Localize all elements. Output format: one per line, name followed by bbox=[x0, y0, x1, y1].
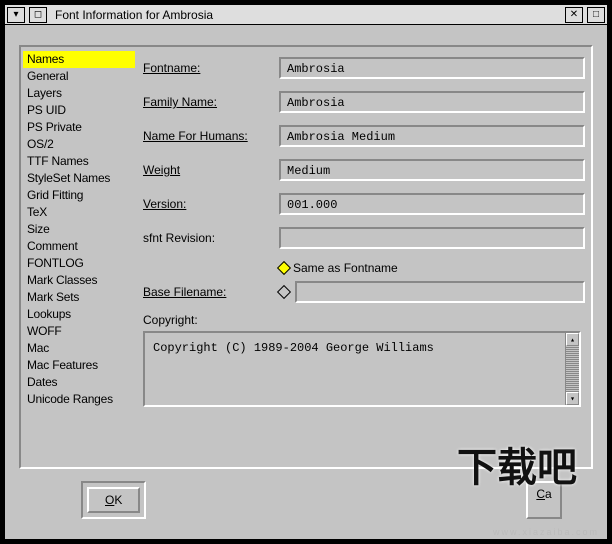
version-label: Version: bbox=[139, 197, 279, 211]
sidebar-item-tex[interactable]: TeX bbox=[23, 204, 135, 221]
weight-label: Weight bbox=[139, 163, 279, 177]
same-as-fontname-radio[interactable]: Same as Fontname bbox=[279, 261, 398, 275]
humans-label: Name For Humans: bbox=[139, 129, 279, 143]
diamond-unchecked-icon bbox=[277, 285, 291, 299]
dialog-window: ▾ ◻ Font Information for Ambrosia ✕ □ Na… bbox=[4, 4, 608, 540]
sidebar-item-ps-private[interactable]: PS Private bbox=[23, 119, 135, 136]
sidebar-item-mac-features[interactable]: Mac Features bbox=[23, 357, 135, 374]
sidebar-item-mac[interactable]: Mac bbox=[23, 340, 135, 357]
overlay-url: www.xiazaiba.com bbox=[493, 527, 599, 537]
close-icon[interactable]: ✕ bbox=[565, 7, 583, 23]
family-input[interactable] bbox=[279, 91, 585, 113]
sidebar-item-comment[interactable]: Comment bbox=[23, 238, 135, 255]
sidebar-item-grid-fitting[interactable]: Grid Fitting bbox=[23, 187, 135, 204]
copyright-label: Copyright: bbox=[139, 313, 585, 327]
use-basefilename-radio[interactable] bbox=[279, 287, 289, 297]
default-button-ring: OK bbox=[81, 481, 146, 519]
window-title: Font Information for Ambrosia bbox=[55, 8, 213, 22]
sidebar-item-fontlog[interactable]: FONTLOG bbox=[23, 255, 135, 272]
category-sidebar: NamesGeneralLayersPS UIDPS PrivateOS/2TT… bbox=[23, 51, 135, 408]
sidebar-item-general[interactable]: General bbox=[23, 68, 135, 85]
sidebar-item-mark-sets[interactable]: Mark Sets bbox=[23, 289, 135, 306]
titlebar: ▾ ◻ Font Information for Ambrosia ✕ □ bbox=[5, 5, 607, 25]
names-form: Fontname: Family Name: Name For Humans: … bbox=[139, 55, 585, 463]
weight-input[interactable] bbox=[279, 159, 585, 181]
copyright-scrollbar[interactable]: ▴ ▾ bbox=[565, 333, 579, 405]
sidebar-item-lookups[interactable]: Lookups bbox=[23, 306, 135, 323]
ok-button[interactable]: OK bbox=[87, 487, 140, 513]
humans-input[interactable] bbox=[279, 125, 585, 147]
sysmenu-icon[interactable]: ▾ bbox=[7, 7, 25, 23]
basefilename-input[interactable] bbox=[295, 281, 585, 303]
scroll-up-icon[interactable]: ▴ bbox=[566, 333, 579, 346]
maximize-icon[interactable]: □ bbox=[587, 7, 605, 23]
sidebar-item-ps-uid[interactable]: PS UID bbox=[23, 102, 135, 119]
sidebar-item-dates[interactable]: Dates bbox=[23, 374, 135, 391]
sidebar-item-size[interactable]: Size bbox=[23, 221, 135, 238]
diamond-checked-icon bbox=[277, 261, 291, 275]
sidebar-item-os-2[interactable]: OS/2 bbox=[23, 136, 135, 153]
sidebar-item-mark-classes[interactable]: Mark Classes bbox=[23, 272, 135, 289]
sidebar-item-names[interactable]: Names bbox=[23, 51, 135, 68]
sidebar-item-woff[interactable]: WOFF bbox=[23, 323, 135, 340]
basefilename-label: Base Filename: bbox=[139, 285, 279, 299]
fontname-input[interactable] bbox=[279, 57, 585, 79]
sidebar-item-ttf-names[interactable]: TTF Names bbox=[23, 153, 135, 170]
family-label: Family Name: bbox=[139, 95, 279, 109]
client-area: NamesGeneralLayersPS UIDPS PrivateOS/2TT… bbox=[5, 25, 607, 539]
sidebar-item-unicode-ranges[interactable]: Unicode Ranges bbox=[23, 391, 135, 408]
sfnt-label: sfnt Revision: bbox=[139, 231, 279, 245]
minimize-icon[interactable]: ◻ bbox=[29, 7, 47, 23]
button-bar: OK Ca bbox=[81, 481, 562, 519]
fontname-label: Fontname: bbox=[139, 61, 279, 75]
scroll-down-icon[interactable]: ▾ bbox=[566, 392, 579, 405]
sidebar-item-styleset-names[interactable]: StyleSet Names bbox=[23, 170, 135, 187]
scroll-track[interactable] bbox=[566, 346, 579, 392]
sidebar-item-layers[interactable]: Layers bbox=[23, 85, 135, 102]
copyright-textarea[interactable]: Copyright (C) 1989-2004 George Williams … bbox=[143, 331, 581, 407]
cancel-button[interactable]: Ca bbox=[526, 481, 561, 519]
version-input[interactable] bbox=[279, 193, 585, 215]
main-panel: NamesGeneralLayersPS UIDPS PrivateOS/2TT… bbox=[19, 45, 593, 469]
sfnt-input[interactable] bbox=[279, 227, 585, 249]
